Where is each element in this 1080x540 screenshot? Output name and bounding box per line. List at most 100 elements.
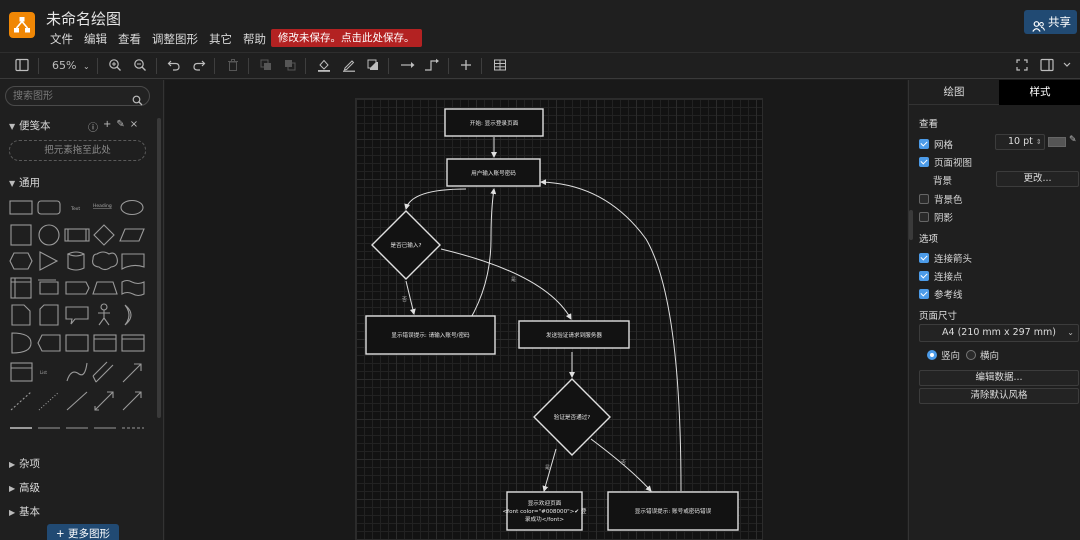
document-title[interactable]: 未命名绘图 [46, 8, 121, 29]
advanced-section-header[interactable]: ▶ 高级 [9, 480, 40, 495]
to-back-icon[interactable] [283, 58, 297, 74]
guides-row[interactable]: 参考线 [919, 287, 963, 301]
redo-icon[interactable] [192, 58, 206, 74]
edge-error1-input[interactable] [463, 188, 497, 330]
internal-storage-shape[interactable] [10, 277, 32, 299]
format-panel-toggle-icon[interactable] [1040, 58, 1054, 74]
flowchart-diagram[interactable]: 否 是 是 否 开始: 显示登录页面 用户输入账号密码 是否已输入? 显示错误提… [356, 99, 764, 540]
line-color-icon[interactable] [342, 58, 356, 74]
edit-pencil-icon[interactable]: ✎ [116, 119, 124, 134]
tab-style[interactable]: 样式 [999, 80, 1080, 105]
general-section-header[interactable]: ▼ 通用 [9, 175, 40, 190]
arrow-up-right-shape[interactable] [122, 363, 142, 383]
connection-arrows-row[interactable]: 连接箭头 [919, 251, 972, 265]
stepper-arrows-icon[interactable]: ⇕ [1036, 138, 1042, 146]
ellipse-shape[interactable] [120, 199, 144, 216]
help-icon[interactable]: ⓘ [88, 119, 98, 134]
more-shapes-button[interactable]: + 更多图形 [47, 524, 119, 540]
background-color-checkbox[interactable] [919, 194, 929, 204]
waypoints-icon[interactable] [424, 58, 440, 74]
display-shape[interactable] [37, 334, 61, 352]
collapse-chevron-icon[interactable] [1061, 58, 1073, 74]
insert-plus-icon[interactable] [459, 58, 473, 74]
note-shape[interactable] [11, 304, 31, 326]
circle-shape[interactable] [38, 224, 60, 246]
zoom-level[interactable]: 65% ⌄ [52, 59, 90, 75]
close-icon[interactable]: × [130, 119, 138, 134]
bidirectional-line-shape[interactable] [94, 391, 114, 411]
search-icon[interactable] [132, 91, 143, 110]
unsaved-changes-notice[interactable]: 修改未保存。点击此处保存。 [271, 29, 422, 47]
square-shape[interactable] [10, 224, 32, 246]
grid-color-swatch[interactable] [1048, 137, 1066, 147]
step-shape[interactable] [65, 281, 90, 295]
toggle-sidebar-icon[interactable] [15, 58, 29, 74]
process-shape[interactable] [64, 228, 90, 242]
format-panel-scrollbar[interactable] [909, 210, 913, 240]
edge-decision1-error1[interactable] [405, 280, 416, 315]
menu-extras[interactable]: 其它 [209, 31, 232, 47]
clear-default-style-button[interactable]: 清除默认风格 [919, 388, 1079, 404]
card-shape[interactable] [39, 304, 59, 326]
scratchpad-header[interactable]: ▼ 便笺本 [9, 118, 51, 133]
list-text-shape[interactable]: List [40, 370, 47, 375]
menu-view[interactable]: 查看 [118, 31, 141, 47]
dotted-line-shape[interactable] [38, 391, 60, 411]
undo-icon[interactable] [167, 58, 181, 74]
frame-shape[interactable] [121, 334, 145, 352]
to-front-icon[interactable] [259, 58, 273, 74]
diagram-canvas[interactable]: 否 是 是 否 开始: 显示登录页面 用户输入账号密码 是否已输入? 显示错误提… [165, 80, 907, 540]
delay-shape[interactable] [11, 332, 32, 354]
grid-row[interactable]: 网格 [919, 137, 953, 151]
shadow-icon[interactable] [366, 58, 380, 74]
trapezoid-shape[interactable] [92, 281, 118, 295]
menu-help[interactable]: 帮助 [243, 31, 266, 47]
shadow-row[interactable]: 阴影 [919, 210, 953, 224]
list-shape[interactable] [10, 362, 33, 382]
grid-checkbox[interactable] [919, 139, 929, 149]
guides-checkbox[interactable] [919, 289, 929, 299]
swimlane-shape[interactable] [93, 334, 117, 352]
table-icon[interactable] [493, 58, 507, 74]
change-background-button[interactable]: 更改... [996, 171, 1079, 187]
scratchpad-dropzone[interactable]: 把元素拖至此处 [9, 140, 146, 161]
callout-shape[interactable] [65, 306, 89, 325]
shape-search[interactable] [5, 86, 150, 106]
shadow-checkbox[interactable] [919, 212, 929, 222]
landscape-option[interactable]: 横向 [966, 348, 999, 362]
menu-edit[interactable]: 编辑 [84, 31, 107, 47]
sidebar-scrollbar[interactable] [157, 118, 161, 418]
connection-points-row[interactable]: 连接点 [919, 269, 963, 283]
fullscreen-icon[interactable] [1015, 58, 1029, 74]
edge-input-decision1[interactable] [404, 188, 467, 210]
document-shape[interactable] [121, 253, 145, 270]
menu-arrange[interactable]: 调整图形 [152, 31, 198, 47]
page-view-row[interactable]: 页面视图 [919, 155, 972, 169]
heading-shape[interactable]: Heading [93, 203, 112, 209]
tape-shape[interactable] [121, 279, 145, 297]
curve-shape[interactable] [66, 362, 88, 382]
parallelogram-shape[interactable] [119, 228, 145, 242]
diagram-page[interactable]: 否 是 是 否 开始: 显示登录页面 用户输入账号密码 是否已输入? 显示错误提… [355, 98, 763, 540]
search-input[interactable] [13, 89, 128, 103]
actor-shape[interactable] [98, 310, 110, 326]
triangle-shape[interactable] [39, 251, 59, 271]
connection-arrow-icon[interactable] [400, 58, 416, 74]
container-shape[interactable] [65, 334, 89, 352]
cube-shape[interactable] [38, 279, 59, 295]
line-shape[interactable] [66, 391, 88, 411]
text-shape[interactable]: Text [70, 206, 80, 212]
color-picker-icon[interactable]: ✎ [1069, 135, 1077, 145]
tab-diagram[interactable]: 绘图 [909, 80, 999, 105]
background-color-row[interactable]: 背景色 [919, 192, 963, 206]
add-icon[interactable]: + [103, 119, 111, 134]
paper-size-select[interactable]: A4 (210 mm x 297 mm) ⌄ [919, 324, 1079, 342]
misc-section-header[interactable]: ▶ 杂项 [9, 456, 40, 471]
portrait-radio[interactable] [927, 350, 937, 360]
fill-color-icon[interactable] [317, 58, 331, 74]
portrait-option[interactable]: 竖向 [927, 348, 960, 362]
double-arrow-shape[interactable] [92, 361, 114, 383]
connection-arrows-checkbox[interactable] [919, 253, 929, 263]
crescent-shape[interactable] [124, 304, 132, 326]
landscape-radio[interactable] [966, 350, 976, 360]
